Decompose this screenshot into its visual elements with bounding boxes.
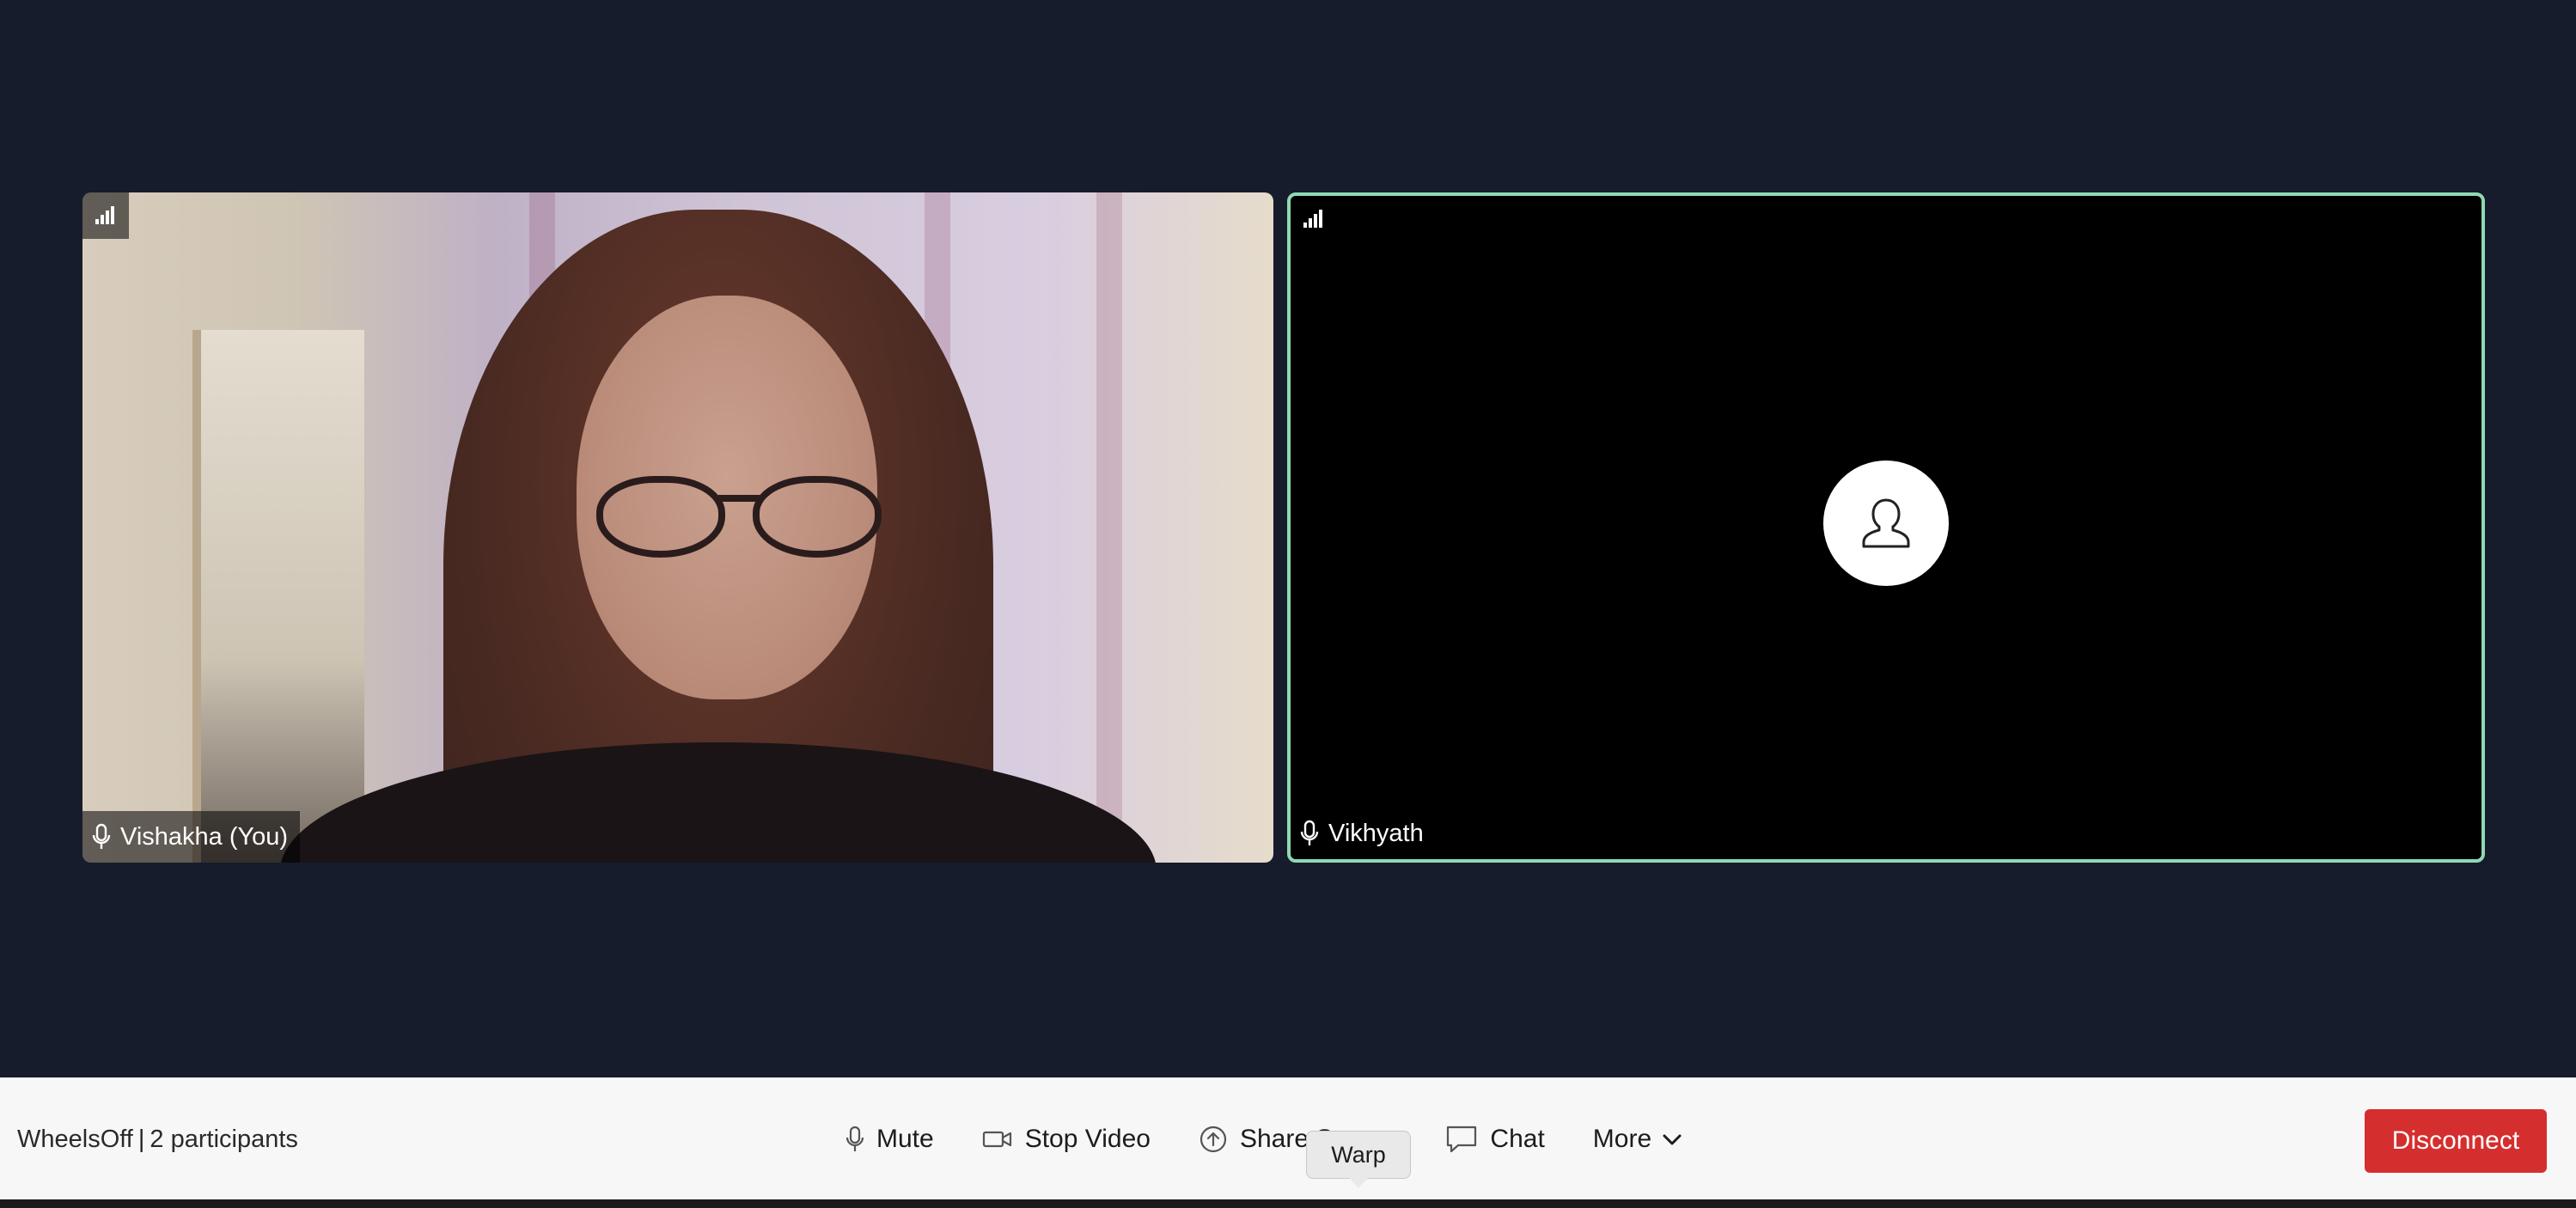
mute-label: Mute xyxy=(876,1125,934,1153)
disconnect-button[interactable]: Disconnect xyxy=(2365,1109,2547,1173)
stop-video-label: Stop Video xyxy=(1024,1125,1151,1153)
participant-video-body xyxy=(280,742,1157,863)
signal-bars-icon xyxy=(82,192,129,239)
mic-icon xyxy=(845,1126,864,1151)
bottom-edge-strip xyxy=(0,1199,2576,1208)
glasses-left xyxy=(596,476,725,558)
participant-name: Vikhyath xyxy=(1328,819,1424,847)
mic-icon xyxy=(92,823,111,849)
signal-bars-icon xyxy=(1291,196,1337,242)
chat-button[interactable]: Chat xyxy=(1445,1125,1545,1154)
video-stage: Vishakha (You) Vikhyath xyxy=(0,0,2576,1077)
chevron-down-icon xyxy=(1663,1134,1682,1145)
more-button[interactable]: More xyxy=(1593,1125,1682,1154)
mic-icon xyxy=(1300,820,1319,845)
share-screen-icon xyxy=(1199,1126,1227,1153)
meeting-toolbar: WheelsOff | 2 participants Mute Stop Vid… xyxy=(0,1077,2576,1199)
chat-icon xyxy=(1447,1126,1477,1153)
video-camera-icon xyxy=(982,1131,1011,1148)
glasses-bridge xyxy=(718,495,760,502)
stop-video-button[interactable]: Stop Video xyxy=(982,1125,1151,1154)
participant-name-tag: Vikhyath xyxy=(1291,808,1436,859)
curtain-pattern xyxy=(1096,192,1122,863)
user-avatar-icon xyxy=(1823,461,1949,586)
tooltip: Warp xyxy=(1306,1131,1411,1188)
more-label: More xyxy=(1592,1125,1652,1153)
background-mirror xyxy=(192,330,364,863)
mute-button[interactable]: Mute xyxy=(845,1125,934,1154)
participant-count: 2 participants xyxy=(150,1125,298,1153)
participant-name: Vishakha (You) xyxy=(120,822,289,851)
separator: | xyxy=(137,1125,145,1153)
meeting-info: WheelsOff | 2 participants xyxy=(17,1078,298,1200)
video-tile-local[interactable]: Vishakha (You) xyxy=(82,192,1273,863)
chat-label: Chat xyxy=(1490,1125,1545,1153)
meeting-name: WheelsOff xyxy=(17,1125,133,1153)
video-tile-remote[interactable]: Vikhyath xyxy=(1287,192,2485,863)
glasses-right xyxy=(753,476,882,558)
meeting-controls: Mute Stop Video Share Screen Chat More xyxy=(845,1078,1731,1200)
participant-name-tag: Vishakha (You) xyxy=(82,811,301,863)
